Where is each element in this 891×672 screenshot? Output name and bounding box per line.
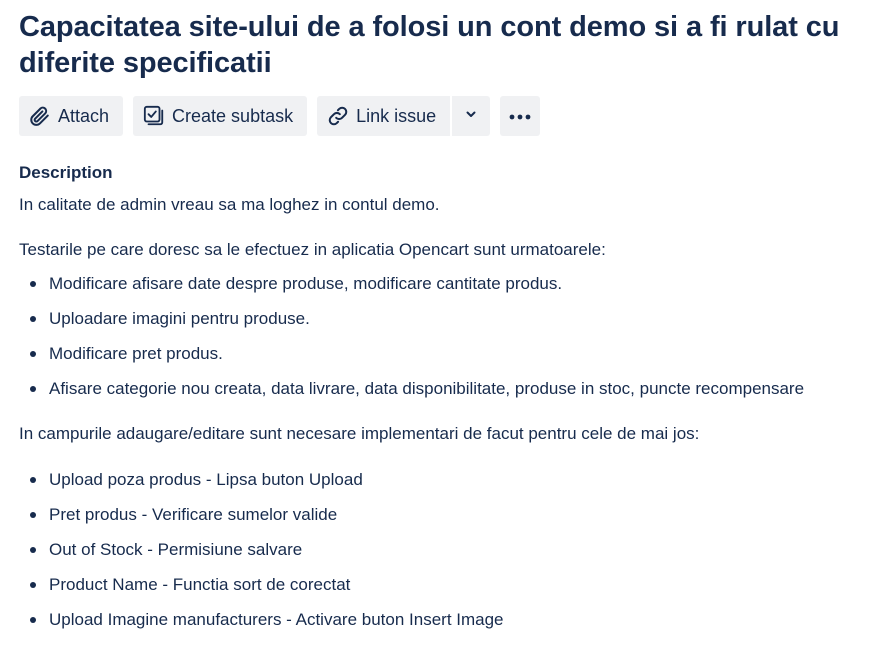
issue-title[interactable]: Capacitatea site-ului de a folosi un con…: [19, 0, 872, 81]
list-item: Uploadare imagini pentru produse.: [19, 308, 872, 330]
list-item: Product Name - Functia sort de corectat: [19, 574, 872, 596]
paperclip-icon: [28, 104, 52, 128]
issue-view: Capacitatea site-ului de a folosi un con…: [0, 0, 891, 631]
description-heading: Description: [19, 163, 113, 182]
description-paragraph: In campurile adaugare/editare sunt neces…: [19, 424, 700, 443]
link-issue-group: Link issue: [317, 96, 491, 136]
list-item: Upload poza produs - Lipsa buton Upload: [19, 469, 872, 491]
implementation-list: Upload poza produs - Lipsa buton Upload …: [19, 469, 872, 631]
description-paragraph: In calitate de admin vreau sa ma loghez …: [19, 195, 440, 214]
issue-toolbar: Attach Create subtask Link issue: [19, 96, 872, 136]
list-item: Afisare categorie nou creata, data livra…: [19, 378, 872, 400]
description-paragraph: Testarile pe care doresc sa le efectuez …: [19, 240, 606, 259]
attach-label: Attach: [58, 105, 110, 126]
create-subtask-label: Create subtask: [172, 105, 294, 126]
more-actions-button[interactable]: [500, 96, 541, 136]
list-item: Upload Imagine manufacturers - Activare …: [19, 609, 872, 631]
more-icon: [509, 107, 531, 125]
link-icon: [326, 104, 350, 128]
list-item: Modificare afisare date despre produse, …: [19, 273, 872, 295]
attach-button[interactable]: Attach: [19, 96, 124, 136]
test-list: Modificare afisare date despre produse, …: [19, 273, 872, 400]
list-item: Modificare pret produs.: [19, 343, 872, 365]
list-item: Pret produs - Verificare sumelor valide: [19, 504, 872, 526]
link-issue-dropdown-button[interactable]: [450, 96, 491, 136]
subtask-icon: [142, 104, 166, 128]
create-subtask-button[interactable]: Create subtask: [133, 96, 308, 136]
link-issue-label: Link issue: [356, 105, 437, 126]
description-body[interactable]: In calitate de admin vreau sa ma loghez …: [19, 194, 872, 631]
list-item: Out of Stock - Permisiune salvare: [19, 539, 872, 561]
chevron-down-icon: [464, 107, 478, 126]
link-issue-button[interactable]: Link issue: [317, 96, 451, 136]
